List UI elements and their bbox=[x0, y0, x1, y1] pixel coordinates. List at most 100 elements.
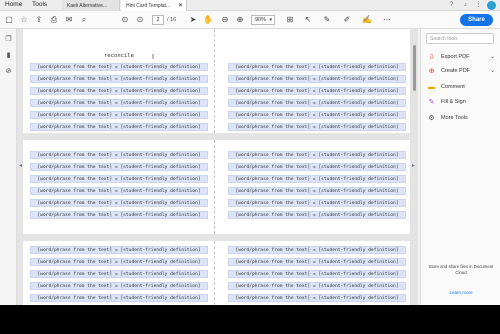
definition-cell: [word/phrase from the text] = [student-f… bbox=[228, 175, 406, 183]
definition-cell: [word/phrase from the text] = [student-f… bbox=[228, 63, 406, 71]
search-tools-input[interactable]: Search tools bbox=[426, 33, 494, 44]
pages-icon[interactable]: ❐ bbox=[4, 35, 13, 44]
bookmark-icon[interactable]: ▮ bbox=[4, 51, 13, 60]
tab-document-1[interactable]: Kaeli Alternative... bbox=[62, 0, 120, 11]
definition-cell: [word/phrase from the text] = [student-f… bbox=[228, 258, 406, 266]
tool-label: Fill & Sign bbox=[441, 99, 466, 105]
chevron-down-icon[interactable]: ⌄ bbox=[490, 53, 495, 60]
definition-cell: [word/phrase from the text] = [student-f… bbox=[30, 123, 208, 131]
card-divider bbox=[214, 29, 215, 133]
definition-cell: [word/phrase from the text] = [student-f… bbox=[228, 187, 406, 195]
collapse-left-icon[interactable]: ◂ bbox=[19, 162, 22, 169]
page-down-icon[interactable]: ⊙ bbox=[135, 15, 145, 25]
definition-cell: [word/phrase from the text] = [student-f… bbox=[30, 87, 208, 95]
collapse-right-icon[interactable]: ▸ bbox=[412, 162, 415, 169]
card-title: reconcile bbox=[104, 53, 134, 59]
definition-cell: [word/phrase from the text] = [student-f… bbox=[30, 270, 208, 278]
definition-cell: [word/phrase from the text] = [student-f… bbox=[30, 246, 208, 254]
tab-bar: Home Tools Kaeli Alternative... Hint Car… bbox=[0, 0, 500, 11]
tool-create-pdf[interactable]: ⊕ Create PDF ⌄ bbox=[427, 67, 497, 76]
share-button[interactable]: Share bbox=[460, 14, 493, 26]
more-options-icon[interactable]: ⋯ bbox=[382, 15, 392, 25]
acrobat-window: Home Tools Kaeli Alternative... Hint Car… bbox=[0, 0, 500, 305]
definition-cell: [word/phrase from the text] = [student-f… bbox=[30, 111, 208, 119]
draw-tool-icon[interactable]: ✐ bbox=[342, 15, 352, 25]
chevron-down-icon: ▾ bbox=[269, 17, 272, 23]
tab-label: Kaeli Alternative... bbox=[67, 3, 108, 9]
close-tab-icon[interactable]: ✕ bbox=[178, 2, 183, 9]
definition-cell: [word/phrase from the text] = [student-f… bbox=[30, 187, 208, 195]
definition-cell: [word/phrase from the text] = [student-f… bbox=[228, 282, 406, 290]
menu-tools[interactable]: Tools bbox=[32, 1, 47, 8]
definition-cell: [word/phrase from the text] = [student-f… bbox=[30, 199, 208, 207]
export-pdf-icon: ⇩ bbox=[428, 54, 435, 61]
text-cursor-icon: I bbox=[152, 54, 154, 61]
apps-grid-icon[interactable]: ⋮ bbox=[475, 2, 482, 9]
definition-cell: [word/phrase from the text] = [student-f… bbox=[30, 163, 208, 171]
chevron-down-icon[interactable]: ⌄ bbox=[490, 67, 495, 74]
page-up-icon[interactable]: ⊙ bbox=[120, 15, 130, 25]
tool-comment[interactable]: ▬ Comment bbox=[427, 83, 497, 92]
more-tools-icon: ⚙ bbox=[428, 115, 435, 122]
card-divider bbox=[214, 140, 215, 234]
page-fit-icon[interactable]: ⊞ bbox=[285, 15, 295, 25]
tool-label: Export PDF bbox=[441, 54, 470, 60]
tool-label: Comment bbox=[441, 84, 465, 90]
tool-more-tools[interactable]: ⚙ More Tools bbox=[427, 114, 497, 123]
left-navigation-rail: ❐ ▮ ⊘ bbox=[0, 29, 17, 305]
definition-cell: [word/phrase from the text] = [student-f… bbox=[228, 270, 406, 278]
comment-tool-icon[interactable]: ✎ bbox=[322, 15, 332, 25]
toolbar: ▢ ☆ ⇪ ⎙ ✉ ⌕ ⊙ ⊙ 2 / 16 ➤ ✋ ⊖ ⊕ 90% ▾ ⊞ ↖… bbox=[0, 11, 500, 29]
definition-cell: [word/phrase from the text] = [student-f… bbox=[228, 246, 406, 254]
zoom-out-icon[interactable]: ⊖ bbox=[220, 15, 230, 25]
tab-document-2[interactable]: Hint Card Templat... ✕ bbox=[121, 0, 187, 11]
bookmark-star-icon[interactable]: ☆ bbox=[19, 15, 29, 25]
scrollbar[interactable] bbox=[413, 45, 416, 91]
email-icon[interactable]: ✉ bbox=[64, 15, 74, 25]
learn-more-link[interactable]: Learn more bbox=[427, 290, 495, 295]
card-divider bbox=[214, 241, 215, 305]
tool-label: Create PDF bbox=[441, 68, 471, 74]
sign-tool-icon[interactable]: ✍ bbox=[362, 15, 372, 25]
page-count: / 16 bbox=[167, 17, 177, 23]
tools-panel: Search tools ⇩ Export PDF ⌄ ⊕ Create PDF… bbox=[420, 29, 500, 305]
tool-label: More Tools bbox=[441, 115, 468, 121]
notifications-icon[interactable]: ♪ bbox=[462, 2, 469, 9]
definition-cell: [word/phrase from the text] = [student-f… bbox=[228, 87, 406, 95]
definition-cell: [word/phrase from the text] = [student-f… bbox=[30, 258, 208, 266]
comment-icon: ▬ bbox=[428, 84, 435, 91]
definition-cell: [word/phrase from the text] = [student-f… bbox=[228, 211, 406, 219]
definition-cell: [word/phrase from the text] = [student-f… bbox=[30, 211, 208, 219]
definition-cell: [word/phrase from the text] = [student-f… bbox=[228, 199, 406, 207]
print-icon[interactable]: ⎙ bbox=[49, 15, 59, 25]
tab-label: Hint Card Templat... bbox=[126, 3, 171, 9]
select-arrow-icon[interactable]: ➤ bbox=[188, 15, 198, 25]
definition-cell: [word/phrase from the text] = [student-f… bbox=[30, 99, 208, 107]
menu-home[interactable]: Home bbox=[5, 1, 22, 8]
definition-cell: [word/phrase from the text] = [student-f… bbox=[228, 99, 406, 107]
tool-fill-sign[interactable]: ✎ Fill & Sign bbox=[427, 98, 497, 107]
upload-icon[interactable]: ⇪ bbox=[34, 15, 44, 25]
document-cloud-promo: Store and share files in Document Cloud bbox=[428, 264, 494, 275]
tool-export-pdf[interactable]: ⇩ Export PDF ⌄ bbox=[427, 53, 497, 62]
cursor-tool-icon[interactable]: ↖ bbox=[303, 15, 313, 25]
zoom-select[interactable]: 90% ▾ bbox=[251, 15, 275, 25]
zoom-in-icon[interactable]: ⊕ bbox=[235, 15, 245, 25]
attachment-icon[interactable]: ⊘ bbox=[4, 67, 13, 76]
search-icon[interactable]: ⌕ bbox=[79, 15, 89, 25]
definition-cell: [word/phrase from the text] = [student-f… bbox=[228, 163, 406, 171]
definition-cell: [word/phrase from the text] = [student-f… bbox=[228, 111, 406, 119]
definition-cell: [word/phrase from the text] = [student-f… bbox=[228, 123, 406, 131]
share-label: Share bbox=[468, 17, 485, 23]
definition-cell: [word/phrase from the text] = [student-f… bbox=[30, 63, 208, 71]
create-file-icon[interactable]: ▢ bbox=[4, 15, 14, 25]
definition-cell: [word/phrase from the text] = [student-f… bbox=[228, 75, 406, 83]
definition-cell: [word/phrase from the text] = [student-f… bbox=[30, 151, 208, 159]
definition-cell: [word/phrase from the text] = [student-f… bbox=[30, 282, 208, 290]
document-viewer[interactable]: reconcile [word/phrase from the text] = [… bbox=[17, 29, 418, 305]
avatar[interactable] bbox=[487, 1, 496, 10]
page-number-input[interactable]: 2 bbox=[152, 15, 164, 25]
help-icon[interactable]: ? bbox=[448, 2, 455, 9]
hand-tool-icon[interactable]: ✋ bbox=[203, 15, 213, 25]
create-pdf-icon: ⊕ bbox=[428, 68, 435, 75]
